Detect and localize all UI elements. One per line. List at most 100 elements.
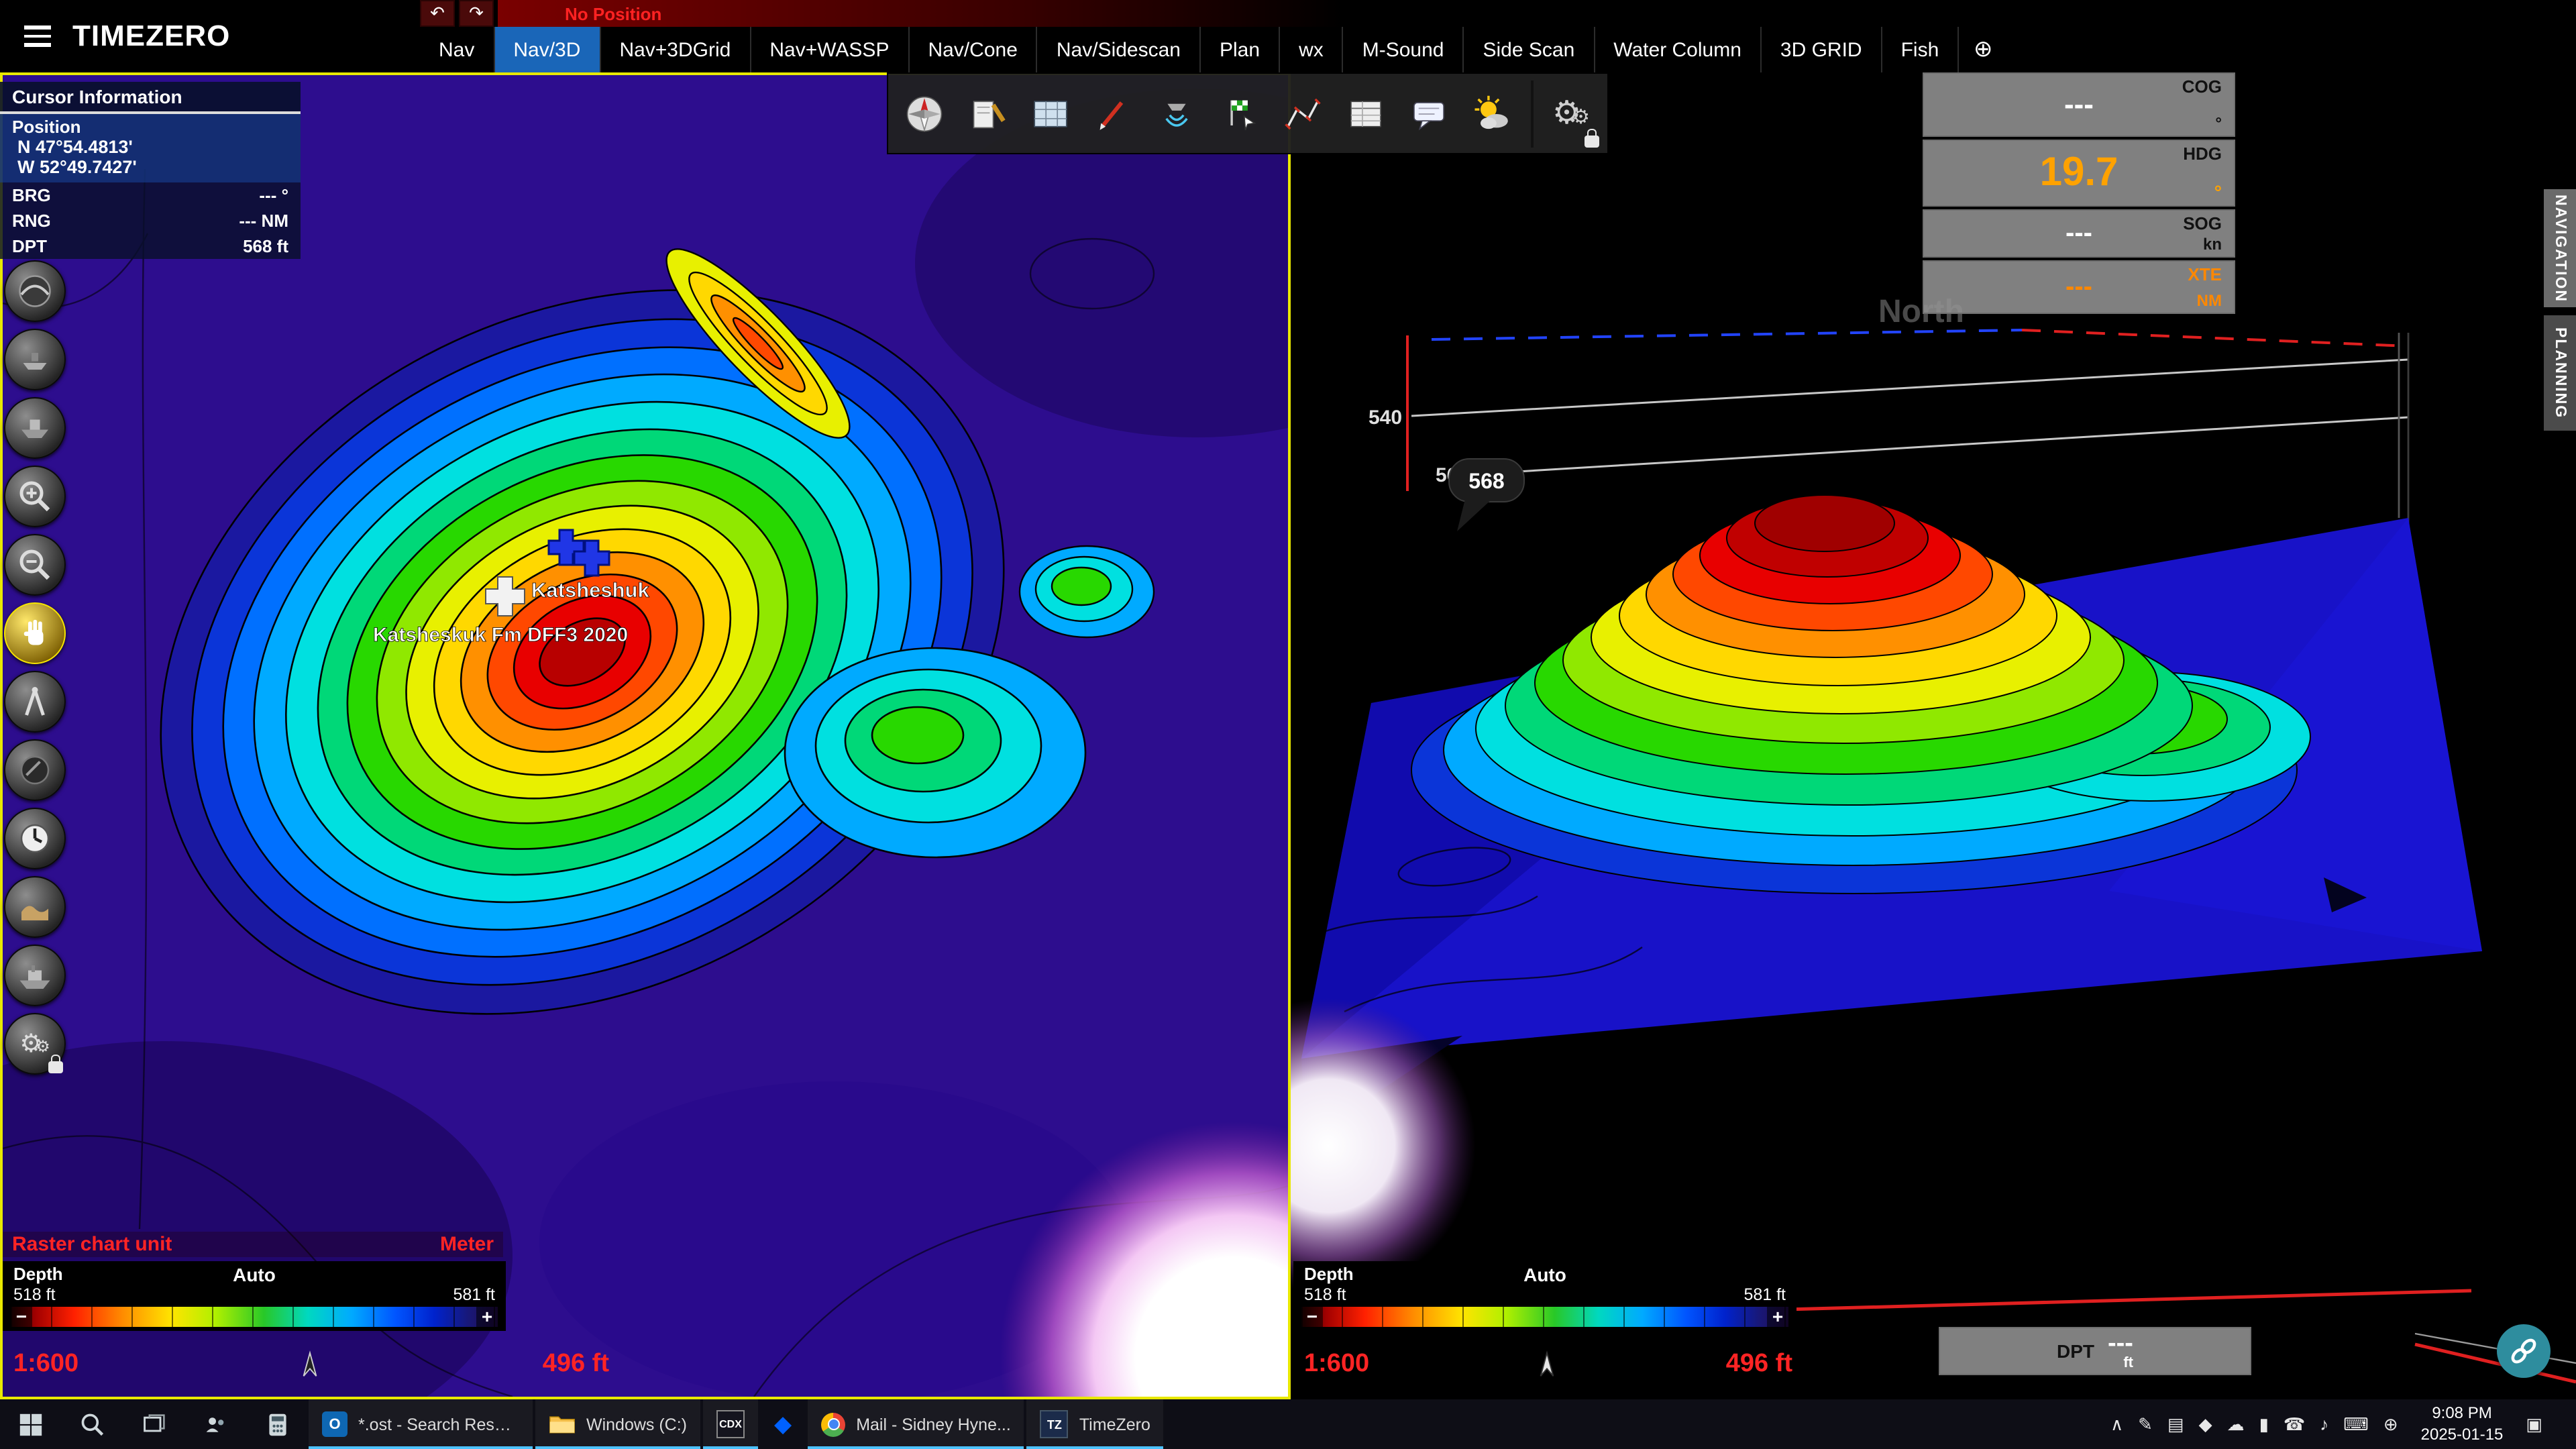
zoom-in-icon[interactable] bbox=[4, 466, 66, 527]
zoom-out-icon[interactable] bbox=[4, 534, 66, 596]
route-icon[interactable] bbox=[1273, 80, 1332, 147]
north-arrow-icon-right bbox=[1533, 1347, 1562, 1382]
view-3d-sphere-icon[interactable] bbox=[4, 260, 66, 322]
status-row: ↶ ↷ No Position bbox=[420, 0, 2576, 27]
tab-wx[interactable]: wx bbox=[1280, 27, 1344, 72]
boat-small-icon[interactable] bbox=[4, 329, 66, 390]
tab-nav-sidescan[interactable]: Nav/Sidescan bbox=[1038, 27, 1201, 72]
chart-unit-bar: Raster chart unit Meter bbox=[3, 1232, 503, 1257]
pen-tray-icon[interactable]: ✎ bbox=[2138, 1415, 2153, 1433]
dpt-box-unit: ft bbox=[2123, 1356, 2133, 1371]
security-shield-icon[interactable]: ◆ bbox=[2199, 1415, 2212, 1433]
taskbar-app-cdx[interactable]: CDX bbox=[703, 1399, 758, 1449]
logbook-icon[interactable] bbox=[958, 80, 1017, 147]
scale-bar-left: 1:600 496 ft bbox=[3, 1347, 620, 1382]
taskbar-app-timezero[interactable]: TZ TimeZero bbox=[1027, 1399, 1164, 1449]
go-to-flag-icon[interactable] bbox=[1210, 80, 1269, 147]
side-tab-planning[interactable]: PLANNING bbox=[2544, 315, 2576, 431]
chart-unit-label: Raster chart unit bbox=[12, 1233, 172, 1256]
bathymetry-lobe-east bbox=[785, 648, 1085, 857]
bathymetry-shoal bbox=[1020, 546, 1154, 637]
compass-rose-icon[interactable] bbox=[895, 80, 954, 147]
workspace-tabbar: Nav Nav/3D Nav+3DGrid Nav+WASSP Nav/Cone… bbox=[420, 27, 2576, 72]
tab-3d-grid[interactable]: 3D GRID bbox=[1762, 27, 1882, 72]
tab-m-sound[interactable]: M-Sound bbox=[1344, 27, 1464, 72]
chart-select-icon[interactable] bbox=[1021, 80, 1080, 147]
depth-mode-right[interactable]: Auto bbox=[1523, 1264, 1566, 1285]
task-view-button[interactable] bbox=[123, 1399, 185, 1449]
chart-range-right: 496 ft bbox=[1726, 1350, 1792, 1379]
keyboard-input-icon[interactable]: ⌨ bbox=[2343, 1415, 2369, 1433]
menu-hamburger-icon[interactable] bbox=[24, 25, 51, 47]
timezero-window: TIMEZERO ↶ ↷ No Position Nav Nav/3D Nav+… bbox=[0, 0, 2576, 1449]
file-explorer-icon bbox=[549, 1413, 576, 1436]
calculator-icon[interactable] bbox=[247, 1399, 309, 1449]
add-tab-icon[interactable]: ⊕ bbox=[1959, 27, 2007, 72]
depth-mode[interactable]: Auto bbox=[233, 1264, 276, 1285]
redo-button[interactable]: ↷ bbox=[459, 0, 494, 27]
undo-button[interactable]: ↶ bbox=[420, 0, 455, 27]
dividers-icon[interactable] bbox=[4, 671, 66, 733]
position-label: Position bbox=[12, 117, 288, 137]
tab-fish[interactable]: Fish bbox=[1882, 27, 1960, 72]
tab-nav-cone[interactable]: Nav/Cone bbox=[909, 27, 1037, 72]
depth-range-decrease-button-right[interactable]: − bbox=[1301, 1307, 1323, 1327]
taskbar-clock[interactable]: 9:08 PM 2025-01-15 bbox=[2413, 1403, 2512, 1445]
cursor-position-block: Position N 47°54.4813' W 52°49.7427' bbox=[0, 114, 301, 182]
depth-min: 518 ft bbox=[13, 1285, 56, 1304]
display-tray-icon[interactable]: ▤ bbox=[2167, 1415, 2184, 1433]
tab-nav-3d[interactable]: Nav/3D bbox=[494, 27, 600, 72]
tab-side-scan[interactable]: Side Scan bbox=[1464, 27, 1595, 72]
ship-icon[interactable] bbox=[4, 945, 66, 1006]
depth-min-right: 518 ft bbox=[1304, 1285, 1346, 1304]
latitude-value: N 47°54.4813' bbox=[12, 137, 288, 157]
volume-icon[interactable]: ♪ bbox=[2320, 1415, 2328, 1433]
chart-2d-view[interactable]: Katsheshuk Katsheskuk Fm DFF3 2020 bbox=[0, 72, 1291, 1399]
weather-icon[interactable] bbox=[1462, 80, 1521, 147]
sog-label: SOG bbox=[2183, 213, 2222, 233]
boat-large-icon[interactable] bbox=[4, 397, 66, 459]
taskbar-app-outlook[interactable]: O *.ost - Search Resul... bbox=[309, 1399, 533, 1449]
seabed-icon[interactable] bbox=[4, 876, 66, 938]
list-table-icon[interactable] bbox=[1336, 80, 1395, 147]
tab-plan[interactable]: Plan bbox=[1201, 27, 1280, 72]
depth-range-decrease-button[interactable]: − bbox=[11, 1307, 32, 1327]
chart-toolbar: ⚙⚙ bbox=[887, 72, 1609, 154]
contacts-icon[interactable] bbox=[185, 1399, 247, 1449]
taskbar-app-explorer[interactable]: Windows (C:) bbox=[535, 1399, 700, 1449]
xte-readout: XTE --- NM bbox=[1923, 260, 2235, 314]
taskbar-app-dropbox[interactable]: ◆ bbox=[761, 1399, 805, 1449]
hidden-icons-chevron-icon[interactable]: ∧ bbox=[2110, 1415, 2123, 1433]
link-views-button[interactable] bbox=[2497, 1324, 2551, 1378]
chart-2d-canvas[interactable]: Katsheshuk Katsheskuk Fm DFF3 2020 bbox=[3, 75, 1288, 1397]
tab-water-column[interactable]: Water Column bbox=[1595, 27, 1762, 72]
action-center-icon[interactable]: ▣ bbox=[2526, 1415, 2542, 1433]
lock-icon bbox=[48, 1061, 63, 1073]
search-button[interactable] bbox=[62, 1399, 123, 1449]
tool-settings-gear-icon[interactable]: ⚙⚙ bbox=[4, 1013, 66, 1075]
depth-range-increase-button[interactable]: + bbox=[476, 1307, 498, 1327]
depth-range-increase-button-right[interactable]: + bbox=[1767, 1307, 1788, 1327]
battery-icon[interactable]: ▮ bbox=[2259, 1415, 2269, 1433]
network-icon[interactable]: ⊕ bbox=[2383, 1415, 2398, 1433]
taskbar-app-chrome[interactable]: Mail - Sidney Hyne... bbox=[808, 1399, 1024, 1449]
start-button[interactable] bbox=[0, 1399, 62, 1449]
sounder-icon[interactable] bbox=[1147, 80, 1206, 147]
brg-label: BRG bbox=[12, 185, 51, 205]
settings-gears-icon[interactable]: ⚙⚙ bbox=[1531, 80, 1601, 147]
onedrive-cloud-icon[interactable]: ☁ bbox=[2227, 1415, 2245, 1433]
side-tab-navigation[interactable]: NAVIGATION bbox=[2544, 189, 2576, 307]
dpt-value: 568 ft bbox=[243, 236, 288, 256]
tab-nav-3dgrid[interactable]: Nav+3DGrid bbox=[600, 27, 751, 72]
timer-icon[interactable] bbox=[4, 808, 66, 869]
pan-hand-icon[interactable] bbox=[4, 602, 66, 664]
hdg-readout: HDG 19.7 ° bbox=[1923, 140, 2235, 207]
tab-nav[interactable]: Nav bbox=[420, 27, 494, 72]
comment-icon[interactable] bbox=[1399, 80, 1458, 147]
depth-tick-540: 540 bbox=[1368, 407, 1402, 429]
depth-color-scale bbox=[11, 1307, 498, 1327]
annotate-pen-icon[interactable] bbox=[1084, 80, 1143, 147]
eraser-icon[interactable] bbox=[4, 739, 66, 801]
tab-nav-wassp[interactable]: Nav+WASSP bbox=[751, 27, 909, 72]
phone-link-icon[interactable]: ☎ bbox=[2284, 1415, 2305, 1433]
